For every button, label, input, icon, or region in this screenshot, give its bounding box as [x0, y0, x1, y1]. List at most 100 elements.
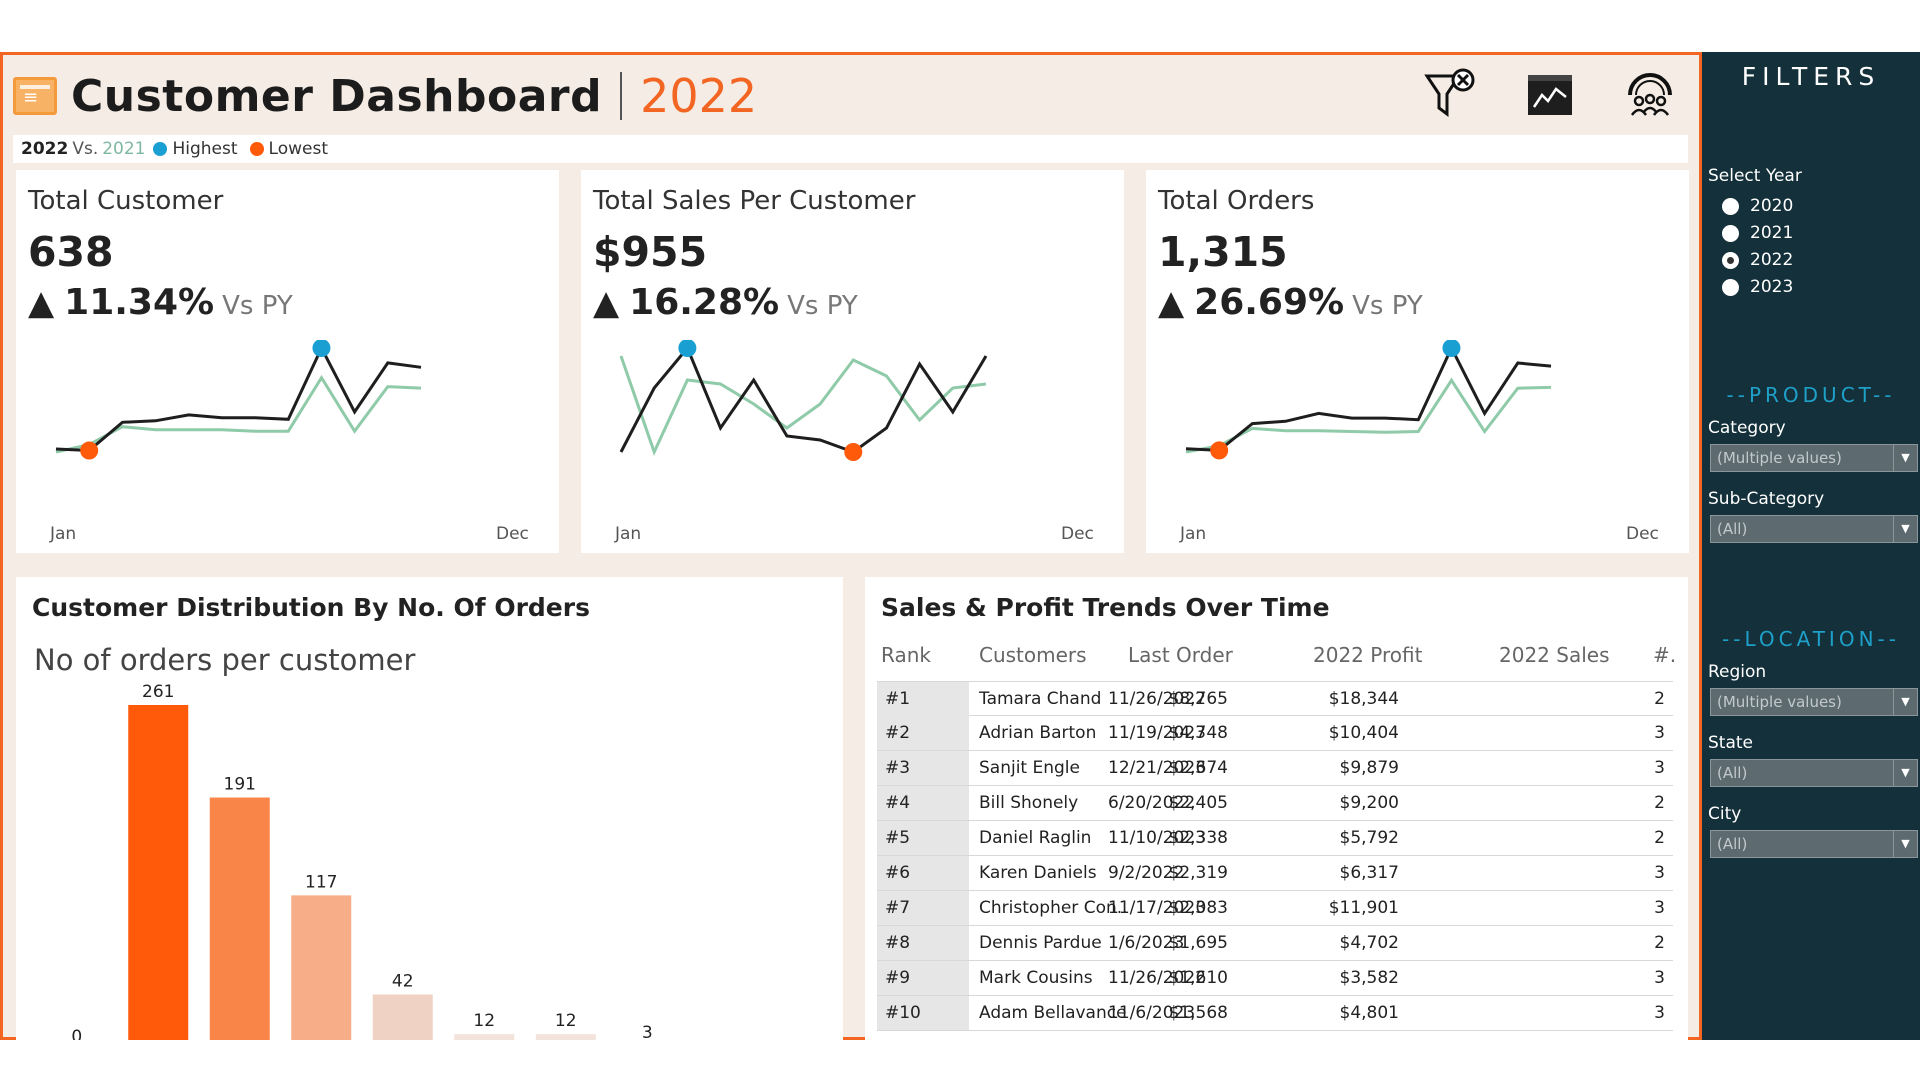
kpi-title: Total Sales Per Customer: [593, 186, 916, 216]
cell-customer: Adam Bellavance: [979, 1003, 1127, 1023]
current-year-line: [619, 345, 988, 454]
lowest-point-marker: [80, 441, 99, 460]
category-value: (Multiple values): [1717, 449, 1842, 467]
cell-count: 3: [1654, 968, 1665, 988]
chevron-down-icon[interactable]: ▼: [1893, 516, 1917, 542]
bar-value-label: 12: [473, 1011, 495, 1031]
bar-orders-5: [454, 1034, 515, 1040]
bar-value-label: 12: [555, 1011, 577, 1031]
cell-count: 2: [1654, 828, 1665, 848]
cell-count: 3: [1654, 863, 1665, 883]
table-row[interactable]: #9 Mark Cousins 11/26/2022 $1,610 $3,582 3: [877, 961, 1673, 996]
cell-customer: Dennis Pardue: [979, 933, 1102, 953]
legend-lowest: Lowest: [249, 139, 328, 159]
line-chart-icon[interactable]: [1522, 67, 1578, 123]
customer-distribution-card: Customer Distribution By No. Of Orders N…: [16, 577, 843, 1040]
state-dropdown[interactable]: (All) ▼: [1710, 759, 1918, 787]
cell-customer: Mark Cousins: [979, 968, 1093, 988]
chevron-down-icon[interactable]: ▼: [1893, 689, 1917, 715]
kpi-vs-label: Vs PY: [787, 291, 858, 321]
table-row[interactable]: #2 Adrian Barton 11/19/2023 $4,748 $10,404 3: [877, 716, 1673, 751]
sparkline-total-customer[interactable]: [16, 340, 559, 520]
col-last-order[interactable]: Last Order: [1128, 643, 1233, 667]
cell-profit: $2,338: [1168, 828, 1228, 848]
kpi-card-sales-per-customer: Total Sales Per Customer $955 ▲ 16.28% Vs …: [581, 170, 1124, 553]
table-row[interactable]: #1 Tamara Chand 11/26/2022 $8,765 $18,344 2: [877, 681, 1673, 716]
category-label: Category: [1708, 418, 1786, 438]
table-row[interactable]: #8 Dennis Pardue 1/6/2023 $1,695 $4,702 2: [877, 926, 1673, 961]
clear-filter-icon[interactable]: [1422, 67, 1478, 123]
kpi-title: Total Customer: [28, 186, 224, 216]
city-value: (All): [1717, 835, 1748, 853]
table-row[interactable]: #5 Daniel Raglin 11/10/2023 $2,338 $5,792 2: [877, 821, 1673, 856]
cell-rank: #4: [877, 786, 969, 820]
radio-button-icon[interactable]: [1722, 224, 1739, 242]
legend-vs: Vs.: [72, 139, 99, 159]
table-body: #1 Tamara Chand 11/26/2022 $8,765 $18,344 2 #2…: [877, 681, 1673, 1031]
kpi-change: ▲ 11.34% Vs PY: [28, 282, 293, 323]
customers-gauge-icon[interactable]: [1622, 67, 1678, 123]
table-row[interactable]: #10 Adam Bellavance 11/6/2023 $1,568 $4,801 3: [877, 996, 1673, 1031]
axis-end-label: Dec: [1061, 524, 1094, 544]
col-profit[interactable]: 2022 Profit: [1313, 643, 1422, 667]
region-dropdown[interactable]: (Multiple values) ▼: [1710, 688, 1918, 716]
orders-bar-chart[interactable]: 0026111912117342412512637: [16, 577, 843, 1040]
year-option-label: 2023: [1750, 277, 1794, 297]
kpi-title: Total Orders: [1158, 186, 1315, 216]
col-count[interactable]: #.: [1653, 643, 1676, 667]
cell-rank: #2: [877, 716, 969, 750]
radio-button-selected-icon[interactable]: [1722, 251, 1739, 269]
select-year-label: Select Year: [1708, 166, 1802, 186]
cell-rank: #7: [877, 891, 969, 925]
cell-count: 3: [1654, 1003, 1665, 1023]
cell-customer: Adrian Barton: [979, 723, 1097, 743]
kpi-change-value: 16.28%: [629, 282, 780, 323]
region-value: (Multiple values): [1717, 693, 1842, 711]
chevron-down-icon[interactable]: ▼: [1893, 445, 1917, 471]
radio-button-icon[interactable]: [1722, 197, 1739, 215]
col-customers[interactable]: Customers: [979, 643, 1087, 667]
table-title: Sales & Profit Trends Over Time: [881, 593, 1330, 622]
year-radio-2020[interactable]: 2020: [1722, 196, 1793, 216]
table-row[interactable]: #4 Bill Shonely 6/20/2022 $2,405 $9,200 2: [877, 786, 1673, 821]
city-dropdown[interactable]: (All) ▼: [1710, 830, 1918, 858]
radio-button-icon[interactable]: [1722, 278, 1739, 296]
kpi-vs-label: Vs PY: [1352, 291, 1423, 321]
filters-sidebar: FILTERS Select Year 2020 2021 2022 2023 …: [1702, 52, 1920, 1040]
col-rank[interactable]: Rank: [881, 643, 931, 667]
cell-profit: $1,695: [1168, 933, 1228, 953]
table-row[interactable]: #7 Christopher Con.. 11/17/2023 $2,083 $11,9…: [877, 891, 1673, 926]
year-radio-2023[interactable]: 2023: [1722, 277, 1793, 297]
cell-rank: #3: [877, 751, 969, 785]
cell-sales: $5,792: [1339, 828, 1399, 848]
legend-highest-label: Highest: [172, 139, 238, 159]
highest-point-marker: [1442, 340, 1461, 357]
dashboard-frame: Customer Dashboard 2022: [0, 52, 1702, 1040]
up-triangle-icon: ▲: [28, 283, 55, 323]
col-sales[interactable]: 2022 Sales: [1499, 643, 1610, 667]
region-label: Region: [1708, 662, 1767, 682]
cell-profit: $2,674: [1168, 758, 1228, 778]
year-radio-2021[interactable]: 2021: [1722, 223, 1793, 243]
subcategory-dropdown[interactable]: (All) ▼: [1710, 515, 1918, 543]
kpi-change-value: 26.69%: [1194, 282, 1345, 323]
table-row[interactable]: #6 Karen Daniels 9/2/2022 $2,319 $6,317 3: [877, 856, 1673, 891]
cell-rank: #9: [877, 961, 969, 995]
cell-sales: $6,317: [1339, 863, 1399, 883]
table-row[interactable]: #3 Sanjit Engle 12/21/2023 $2,674 $9,879 3: [877, 751, 1673, 786]
cell-sales: $4,801: [1339, 1003, 1399, 1023]
year-radio-2022[interactable]: 2022: [1722, 250, 1793, 270]
cell-count: 3: [1654, 723, 1665, 743]
cell-rank: #6: [877, 856, 969, 890]
sparkline-sales-per-customer[interactable]: [581, 340, 1124, 520]
dashboard-logo-icon: [13, 77, 57, 115]
lowest-point-marker: [844, 443, 863, 461]
bar-value-label: 42: [392, 971, 414, 991]
sales-profit-table-card: Sales & Profit Trends Over Time Rank Cus…: [865, 577, 1688, 1040]
chevron-down-icon[interactable]: ▼: [1893, 760, 1917, 786]
chevron-down-icon[interactable]: ▼: [1893, 831, 1917, 857]
category-dropdown[interactable]: (Multiple values) ▼: [1710, 444, 1918, 472]
cell-sales: $9,879: [1339, 758, 1399, 778]
location-section-header: --LOCATION--: [1722, 627, 1900, 651]
sparkline-total-orders[interactable]: [1146, 340, 1689, 520]
